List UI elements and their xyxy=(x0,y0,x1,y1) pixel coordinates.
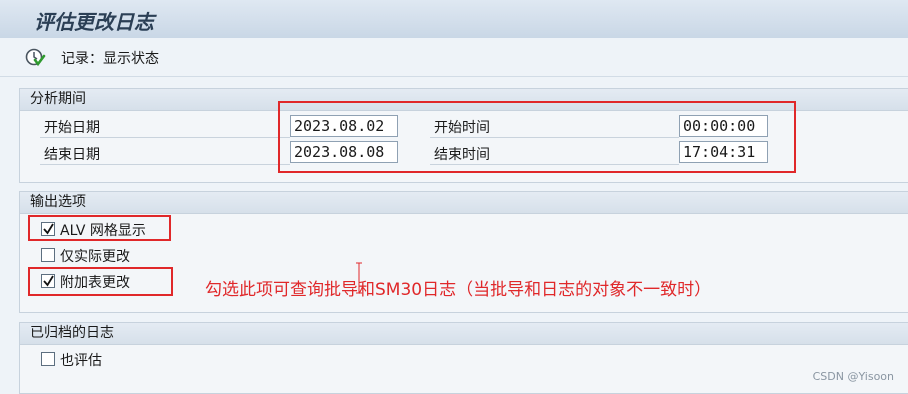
start-date-label: 开始日期 xyxy=(44,120,100,136)
archived-logs-group: 已归档的日志 xyxy=(19,322,908,394)
highlight-period-box xyxy=(278,101,796,173)
also-evaluate-label: 也评估 xyxy=(60,353,102,369)
status-label: 记录：显示状态 xyxy=(61,51,159,67)
output-options-header: 输出选项 xyxy=(20,192,908,214)
title-bar: 评估更改日志 xyxy=(0,0,908,39)
also-evaluate-checkbox[interactable] xyxy=(41,352,55,366)
annotation-text: 勾选此项可查询批导和SM30日志（当批导和日志的对象不一致时） xyxy=(205,280,712,300)
actual-changes-label: 仅实际更改 xyxy=(60,249,130,265)
text-cursor-icon xyxy=(356,262,362,294)
watermark: CSDN @Yisoon xyxy=(812,370,894,383)
highlight-table-changes-box xyxy=(28,267,173,296)
row-divider xyxy=(40,137,290,138)
highlight-alv-box xyxy=(28,215,171,241)
execute-clock-icon[interactable] xyxy=(24,47,46,69)
actual-changes-checkbox[interactable] xyxy=(41,248,55,262)
application-toolbar: 记录：显示状态 xyxy=(0,38,908,77)
window-title: 评估更改日志 xyxy=(34,10,154,34)
archived-logs-header: 已归档的日志 xyxy=(20,323,908,345)
end-date-label: 结束日期 xyxy=(44,147,100,163)
row-divider xyxy=(40,164,290,165)
